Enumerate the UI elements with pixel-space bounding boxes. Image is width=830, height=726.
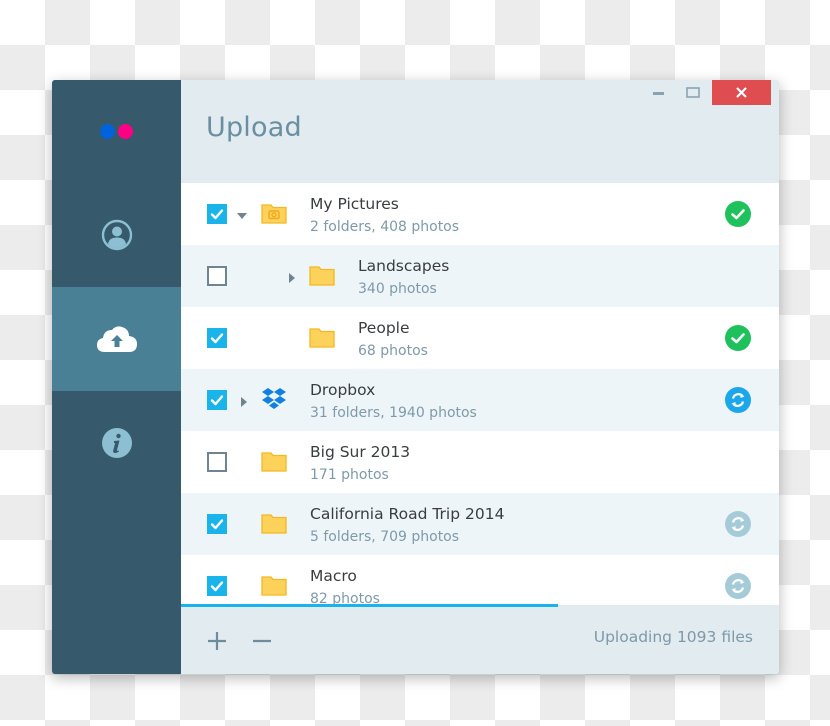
list-item[interactable]: People 68 photos — [181, 307, 779, 369]
caret-right-icon — [241, 397, 247, 407]
footer: Uploading 1093 files — [181, 607, 779, 674]
maximize-icon — [686, 86, 700, 98]
camera-folder-icon — [261, 201, 287, 225]
item-status — [725, 387, 751, 413]
expand-toggle[interactable] — [286, 269, 298, 283]
plus-icon — [208, 632, 226, 650]
queued-sync-icon — [725, 511, 751, 537]
item-name: People — [358, 319, 410, 337]
collapse-toggle[interactable] — [236, 207, 248, 219]
item-status — [725, 201, 751, 227]
item-checkbox[interactable] — [207, 328, 227, 348]
list-item[interactable]: My Pictures 2 folders, 408 photos — [181, 183, 779, 245]
cloud-upload-icon — [96, 326, 137, 352]
list-item[interactable]: Landscapes 340 photos — [181, 245, 779, 307]
info-icon — [101, 428, 132, 458]
caret-down-icon — [237, 213, 247, 219]
syncing-icon — [725, 387, 751, 413]
sidebar-item-account[interactable] — [52, 183, 181, 287]
item-detail: 31 folders, 1940 photos — [310, 405, 477, 421]
add-source-button[interactable] — [205, 629, 229, 653]
upload-window: Upload My Pictures 2 folders, 408 photos L… — [52, 80, 779, 674]
sidebar — [52, 80, 181, 674]
close-icon — [736, 87, 747, 98]
item-checkbox[interactable] — [207, 204, 227, 224]
checkmark-icon — [210, 581, 224, 592]
list-item[interactable]: California Road Trip 2014 5 folders, 709 … — [181, 493, 779, 555]
minus-icon — [253, 639, 271, 643]
dropbox-icon — [261, 387, 287, 411]
upload-status-text: Uploading 1093 files — [593, 628, 753, 646]
checkmark-icon — [210, 209, 224, 220]
close-button[interactable] — [712, 80, 771, 105]
item-status — [725, 325, 751, 351]
sidebar-item-info[interactable] — [52, 391, 181, 495]
item-name: Macro — [310, 567, 357, 585]
user-circle-icon — [101, 219, 132, 251]
item-name: Dropbox — [310, 381, 376, 399]
item-name: Big Sur 2013 — [310, 443, 411, 461]
checkmark-icon — [210, 395, 224, 406]
item-detail: 2 folders, 408 photos — [310, 219, 460, 235]
upload-complete-icon — [725, 325, 751, 351]
remove-source-button[interactable] — [250, 629, 274, 653]
main-panel: Upload My Pictures 2 folders, 408 photos L… — [181, 80, 779, 674]
folder-icon — [309, 325, 335, 349]
folder-icon — [261, 511, 287, 535]
item-detail: 82 photos — [310, 591, 380, 605]
header: Upload — [181, 80, 779, 183]
item-status — [725, 449, 751, 475]
flickr-logo — [52, 80, 181, 183]
upload-source-list: My Pictures 2 folders, 408 photos Landscap… — [181, 183, 779, 605]
item-checkbox[interactable] — [207, 266, 227, 286]
page-title: Upload — [206, 112, 302, 143]
item-detail: 340 photos — [358, 281, 437, 297]
list-item[interactable]: Macro 82 photos — [181, 555, 779, 605]
expand-toggle[interactable] — [238, 393, 250, 407]
upload-complete-icon — [725, 201, 751, 227]
item-name: Landscapes — [358, 257, 450, 275]
logo-dot-blue — [100, 124, 115, 139]
maximize-button[interactable] — [680, 80, 706, 105]
item-name: My Pictures — [310, 195, 399, 213]
checkmark-icon — [210, 333, 224, 344]
checkmark-icon — [210, 519, 224, 530]
item-checkbox[interactable] — [207, 514, 227, 534]
item-detail: 68 photos — [358, 343, 428, 359]
item-status — [725, 573, 751, 599]
item-name: California Road Trip 2014 — [310, 505, 505, 523]
folder-icon — [261, 449, 287, 473]
caret-right-icon — [289, 273, 295, 283]
item-detail: 5 folders, 709 photos — [310, 529, 460, 545]
logo-dot-pink — [118, 124, 133, 139]
folder-icon — [261, 573, 287, 597]
list-item[interactable]: Big Sur 2013 171 photos — [181, 431, 779, 493]
item-status — [725, 511, 751, 537]
item-detail: 171 photos — [310, 467, 389, 483]
folder-icon — [309, 263, 335, 287]
item-checkbox[interactable] — [207, 452, 227, 472]
item-checkbox[interactable] — [207, 576, 227, 596]
list-item[interactable]: Dropbox 31 folders, 1940 photos — [181, 369, 779, 431]
sidebar-item-upload[interactable] — [52, 287, 181, 391]
item-status — [725, 263, 751, 289]
minimize-icon — [653, 91, 664, 95]
item-checkbox[interactable] — [207, 390, 227, 410]
minimize-button[interactable] — [646, 80, 672, 105]
queued-sync-icon — [725, 573, 751, 599]
